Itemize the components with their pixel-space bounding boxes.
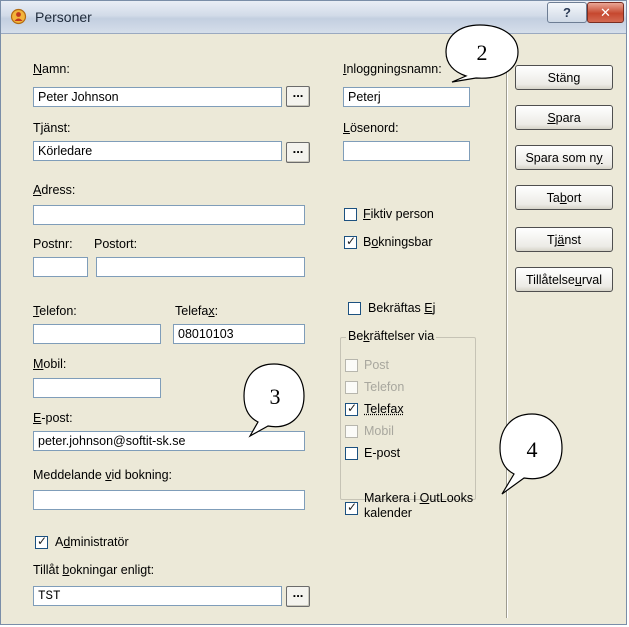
spara-button[interactable]: Spara [515,105,613,130]
tillatelse-urval-button[interactable]: Tillåtelse u rval [515,267,613,292]
close-button[interactable]: ✕ [587,2,624,23]
ta-bort-button[interactable]: Ta b ort [515,185,613,210]
via-telefax-checkbox[interactable]: ✓ [345,401,358,416]
inloggningsnamn-field[interactable]: Peterj [343,87,470,107]
administrator-label: Administratör [55,535,129,549]
outlook-checkbox[interactable]: ✓ [345,500,358,515]
stang-button[interactable]: Stäng [515,65,613,90]
close-icon: ✕ [600,4,611,20]
mobil-label: Mobil: [33,357,67,371]
check-icon: ✓ [347,500,358,514]
losenord-field[interactable] [343,141,470,161]
telefax-label: Telefax: [175,304,219,318]
help-icon: ? [563,5,571,20]
dialog-client: Namn: Peter Johnson ... Tjänst: Körledar… [7,34,620,620]
meddelande-label: Meddelande vid bokning: [33,468,172,482]
callout-4: 4 [499,413,563,495]
via-epost-checkbox[interactable] [345,447,358,460]
postort-field[interactable] [96,257,305,277]
via-post-checkbox[interactable] [345,359,358,372]
adress-label: Adress: [33,183,76,197]
help-button[interactable]: ? [547,2,587,23]
via-telefon-checkbox[interactable] [345,381,358,394]
bekraftas-ej-checkbox[interactable] [348,302,361,315]
tjanst-browse-button[interactable]: ... [286,142,310,163]
bokningsbar-checkbox[interactable]: ✓ [344,234,357,249]
callout-3: 3 [243,363,305,438]
tillat-bokningar-field[interactable]: TST [33,586,282,606]
tjanst-label: Tjänst: [33,121,71,135]
namn-browse-button[interactable]: ... [286,86,310,107]
via-telefax-label: Telefax [364,402,404,416]
app-icon [10,8,27,25]
postnr-label: Postnr: [33,237,73,251]
telefax-field[interactable]: 08010103 [173,324,305,344]
fiktiv-person-label: Fiktiv person [363,207,434,221]
fiktiv-person-checkbox[interactable] [344,208,357,221]
via-post-label: Post [364,358,390,372]
tillat-browse-button[interactable]: ... [286,586,310,607]
telefon-label: Telefon: [33,304,77,318]
check-icon: ✓ [37,534,48,548]
check-icon: ✓ [346,234,357,248]
spara-som-ny-button[interactable]: Spara som ny [515,145,613,170]
epost-label: E-post: [33,411,73,425]
bekraftelser-via-title: Bekräftelser via [346,329,437,343]
personer-window: Personer ? ✕ Namn: Peter Johnson ... Tjä… [0,0,627,625]
callout-2: 2 [445,24,519,83]
inloggningsnamn-label: Inloggningsnamn: [343,62,442,76]
bokningsbar-label: Bokningsbar [363,235,433,249]
via-mobil-label: Mobil [364,424,394,438]
adress-field[interactable] [33,205,305,225]
window-title: Personer [35,9,92,25]
via-epost-label: E-post [364,446,401,460]
tjanst-field[interactable]: Körledare [33,141,282,161]
callout-4-label: 4 [527,437,538,462]
title-bar[interactable]: Personer ? ✕ [1,1,626,34]
callout-2-label: 2 [477,40,488,65]
namn-field[interactable]: Peter Johnson [33,87,282,107]
tjanst-button[interactable]: Tj ä nst [515,227,613,252]
meddelande-field[interactable] [33,490,305,510]
namn-label: Namn: [33,62,70,76]
callout-3-label: 3 [270,384,281,409]
mobil-field[interactable] [33,378,161,398]
postnr-field[interactable] [33,257,88,277]
losenord-label: Lösenord: [343,121,399,135]
via-mobil-checkbox[interactable] [345,425,358,438]
bekraftas-ej-label: Bekräftas Ej [368,301,436,315]
outlook-label: Markera i OutLooks kalender [364,491,474,520]
tillat-bokningar-label: Tillåt bokningar enligt: [33,563,155,577]
via-telefon-label: Telefon [364,380,405,394]
form-panel: Namn: Peter Johnson ... Tjänst: Körledar… [7,34,505,620]
postort-label: Postort: [94,237,138,251]
column-separator [506,36,507,618]
bekraftelser-via-group [340,337,476,500]
telefon-field[interactable] [33,324,161,344]
administrator-checkbox[interactable]: ✓ [35,534,48,549]
check-icon: ✓ [347,401,358,415]
